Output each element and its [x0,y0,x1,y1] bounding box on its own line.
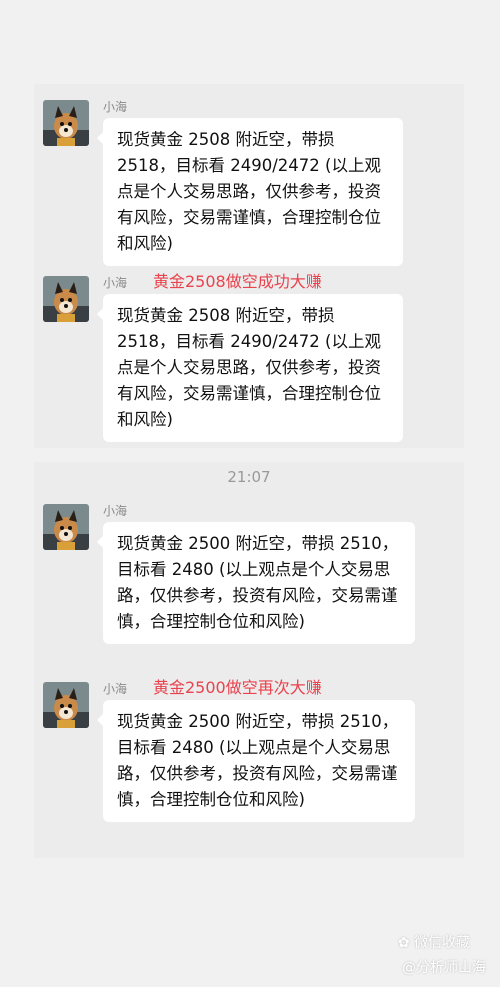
dog-avatar-icon [43,276,89,322]
message-bubble[interactable]: 现货黄金 2500 附近空，带损 2510，目标看 2480 (以上观点是个人交… [97,522,415,644]
watermark-line-2: @分析师山海 [402,960,486,976]
chat-panel-1: 小海 现货黄金 2508 附近空，带损 2518，目标看 2490/2472 (… [34,84,464,448]
watermark-author: @分析师山海 [402,957,486,977]
avatar[interactable] [43,504,89,550]
sender-name: 小海 [103,504,128,518]
annotation-label: 黄金2500做空再次大赚 [153,678,322,697]
sender-name: 小海 [103,682,128,696]
annotation-label: 黄金2508做空成功大赚 [153,272,322,291]
wechat-favorites-icon: ✿ [397,935,410,951]
message-bubble[interactable]: 现货黄金 2508 附近空，带损 2518，目标看 2490/2472 (以上观… [97,294,403,442]
sender-name: 小海 [103,100,128,114]
dog-avatar-icon [43,100,89,146]
avatar[interactable] [43,100,89,146]
avatar[interactable] [43,682,89,728]
watermark-favorites: ✿ 微信收藏 [398,932,470,952]
message-bubble[interactable]: 现货黄金 2500 附近空，带损 2510，目标看 2480 (以上观点是个人交… [97,700,415,822]
chat-panel-2: 21:07 小海 现货黄金 2500 附近空，带损 2510，目标看 2480 … [34,462,464,858]
sender-name: 小海 [103,276,128,290]
watermark-line-1: 微信收藏 [414,935,470,951]
dog-avatar-icon [43,504,89,550]
avatar[interactable] [43,276,89,322]
message-bubble[interactable]: 现货黄金 2508 附近空，带损 2518，目标看 2490/2472 (以上观… [97,118,403,266]
dog-avatar-icon [43,682,89,728]
timestamp: 21:07 [227,468,271,486]
